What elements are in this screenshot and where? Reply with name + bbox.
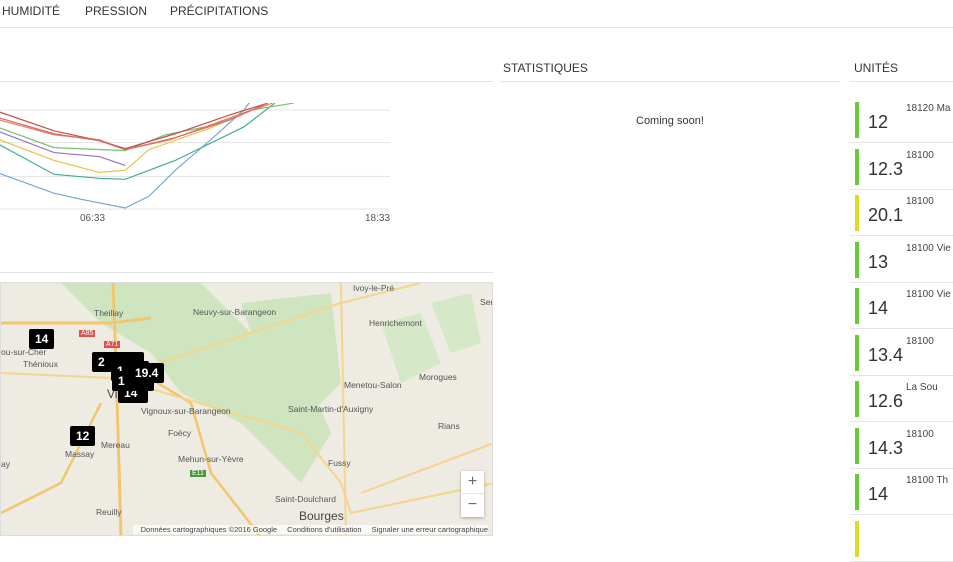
unit-value: 12 [868, 112, 888, 133]
unit-item[interactable]: 20.1 18100 [850, 190, 953, 236]
map-place: Henrichemont [369, 318, 422, 328]
map-place: Rians [438, 421, 460, 431]
tab-pression[interactable]: PRESSION [85, 4, 147, 18]
terms-link[interactable]: Conditions d'utilisation [287, 525, 361, 534]
series-line-s5 [0, 132, 125, 166]
unit-value: 14 [868, 298, 888, 319]
tab-precipitations[interactable]: PRÉCIPITATIONS [170, 4, 268, 18]
unit-item[interactable]: 14.3 18100 [850, 423, 953, 469]
series-line-s4 [0, 103, 268, 172]
map-marker[interactable]: 19.4 [129, 363, 164, 383]
unit-item[interactable]: 12 18120 Ma [850, 97, 953, 143]
map-place: Neuvy-sur-Barangeon [193, 307, 276, 317]
map-zoom-control: + − [461, 471, 484, 517]
divider [500, 81, 840, 82]
unit-item[interactable]: 13.4 18100 [850, 330, 953, 376]
map-place: Mehun-sur-Yèvre [178, 454, 244, 464]
map-place: Menetou-Salon [344, 380, 402, 390]
units-title: UNITÉS [854, 61, 898, 75]
status-bar [855, 102, 859, 138]
temperature-line-chart [0, 95, 395, 230]
unit-location: 18120 Ma [906, 103, 950, 114]
unit-value: 12.6 [868, 391, 903, 412]
zoom-out-button[interactable]: − [461, 494, 484, 517]
map-place: Mereau [101, 440, 130, 450]
map-attribution: Données cartographiques ©2016 Google Con… [133, 525, 488, 534]
series-line-s2 [0, 103, 275, 179]
statistics-title: STATISTIQUES [503, 61, 588, 75]
map-place: Fussy [328, 458, 351, 468]
road-shield: A71 [104, 341, 120, 348]
map[interactable]: Ivoy-le-Pré Theillay Neuvy-sur-Barangeon… [0, 282, 493, 536]
divider [850, 81, 953, 82]
unit-value: 13 [868, 252, 888, 273]
unit-location: 18100 Vie [906, 243, 951, 254]
map-marker[interactable]: 12 [70, 426, 95, 446]
status-bar [855, 335, 859, 371]
unit-item[interactable]: 12.3 18100 [850, 144, 953, 190]
status-bar [855, 149, 859, 185]
x-tick: 06:33 [80, 213, 105, 224]
unit-location: 18100 [906, 429, 934, 440]
map-data-credit: Données cartographiques ©2016 Google [141, 525, 277, 534]
unit-value: 14 [868, 484, 888, 505]
unit-value: 14.3 [868, 438, 903, 459]
status-bar [855, 428, 859, 464]
map-place: ay [1, 459, 10, 469]
divider [0, 272, 493, 273]
unit-location: 18100 [906, 150, 934, 161]
map-place: Morogues [419, 372, 457, 382]
unit-location: La Sou [906, 382, 938, 393]
road-shield: A85 [79, 330, 95, 337]
map-marker[interactable]: 14 [29, 329, 54, 349]
map-place: Bourges [299, 509, 344, 523]
unit-value: 13.4 [868, 345, 903, 366]
map-place: Foëcy [168, 428, 191, 438]
status-bar [855, 474, 859, 510]
map-place: Saint-Martin-d'Auxigny [288, 404, 373, 414]
status-bar [855, 521, 859, 557]
unit-value: 20.1 [868, 205, 903, 226]
unit-item[interactable]: 14 18100 Th [850, 469, 953, 515]
map-place: Sen [480, 297, 493, 307]
status-bar [855, 242, 859, 278]
report-error-link[interactable]: Signaler une erreur cartographique [372, 525, 488, 534]
map-place: Saint-Doulchard [275, 494, 336, 504]
x-tick: 18:33 [365, 213, 390, 224]
status-bar [855, 195, 859, 231]
unit-value: 12.3 [868, 159, 903, 180]
map-place: Thénioux [23, 359, 58, 369]
status-bar [855, 288, 859, 324]
unit-item[interactable]: 13 18100 Vie [850, 237, 953, 283]
divider [0, 81, 493, 82]
top-nav: HUMIDITÉ PRESSION PRÉCIPITATIONS [0, 0, 953, 28]
map-place: Massay [65, 449, 94, 459]
unit-item[interactable]: 12.6 La Sou [850, 376, 953, 422]
unit-item[interactable]: 14 18100 Vie [850, 283, 953, 329]
unit-location: 18100 Vie [906, 289, 951, 300]
unit-location: 18100 Th [906, 475, 948, 486]
map-place: Vignoux-sur-Barangeon [141, 406, 231, 416]
unit-item[interactable] [850, 516, 953, 562]
road-shield: E11 [190, 470, 206, 477]
unit-location: 18100 [906, 196, 934, 207]
statistics-placeholder: Coming soon! [636, 115, 704, 127]
map-place: Ivoy-le-Pré [353, 283, 394, 293]
zoom-in-button[interactable]: + [461, 471, 484, 494]
unit-location: 18100 [906, 336, 934, 347]
tab-humidite[interactable]: HUMIDITÉ [2, 4, 60, 18]
status-bar [855, 381, 859, 417]
map-place: Theillay [94, 308, 123, 318]
map-place: Reuilly [96, 507, 122, 517]
